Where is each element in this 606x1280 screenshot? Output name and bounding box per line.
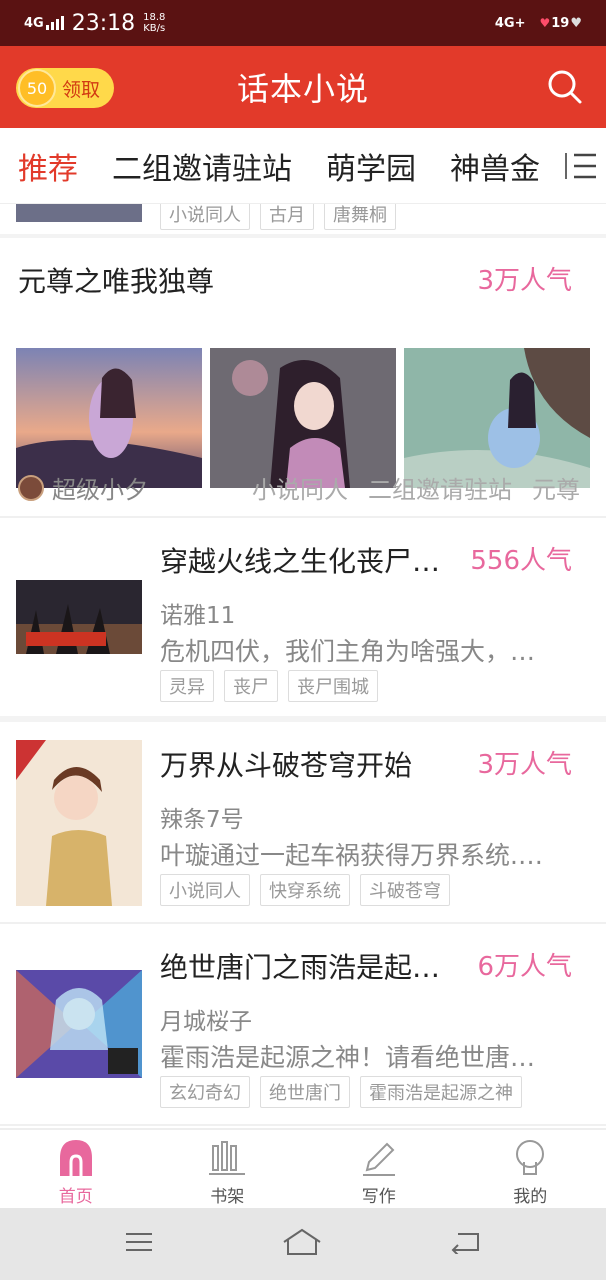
tag-list: 玄幻奇幻 绝世唐门 霍雨浩是起源之神 (160, 1076, 522, 1108)
book-cover (16, 740, 142, 906)
speed-unit: KB/s (143, 23, 166, 34)
tag[interactable]: 霍雨浩是起源之神 (360, 1076, 522, 1108)
tag[interactable]: 二组邀请驻站 (368, 470, 512, 505)
category-tabs: 推荐 二组邀请驻站 萌学园 神兽金 (0, 128, 606, 204)
tag-list: 小说同人 快穿系统 斗破苍穹 (160, 874, 450, 906)
author-name: 辣条7号 (160, 807, 244, 833)
tag[interactable]: 古月 (260, 204, 314, 230)
book-card[interactable]: 绝世唐门之雨浩是起… 6万人气 月城桜子 霍雨浩是起源之神！请看绝世唐… 玄幻奇… (0, 924, 606, 1126)
tag[interactable]: 唐舞桐 (324, 204, 396, 230)
network-speed: 18.8 KB/s (143, 12, 165, 34)
tag[interactable]: 快穿系统 (260, 874, 350, 906)
nav-write[interactable]: 写作 (303, 1130, 455, 1208)
cover-image (404, 348, 590, 488)
battery-level: 19 (551, 15, 570, 31)
author-info[interactable]: 超级小夕 (18, 470, 148, 505)
tag[interactable]: 斗破苍穹 (360, 874, 450, 906)
tag[interactable]: 元尊 (532, 470, 580, 505)
book-description: 危机四伏，我们主角为啥强大，… (160, 637, 536, 666)
tag[interactable]: 灵异 (160, 670, 214, 702)
back-icon (451, 1233, 479, 1256)
coin-value: 50 (26, 78, 48, 98)
pencil-icon (362, 1142, 395, 1176)
book-title: 绝世唐门之雨浩是起… (160, 951, 441, 984)
claim-label: 领取 (62, 78, 101, 101)
tag[interactable]: 丧尸 (224, 670, 278, 702)
tab-mengxueyuan[interactable]: 萌学园 (326, 144, 416, 188)
book-card[interactable]: 万界从斗破苍穹开始 3万人气 辣条7号 叶璇通过一起车祸获得万界系统.… 小说同… (0, 722, 606, 924)
feed-list[interactable]: 小说同人 古月 唐舞桐 元尊之唯我独尊 3万人气 超级小夕 小说同人 二组邀请驻… (0, 204, 606, 1128)
tag-list: 小说同人 二组邀请驻站 元尊 (252, 470, 580, 505)
tab-shenshoujin[interactable]: 神兽金 (450, 144, 540, 188)
claim-coins-button[interactable]: 50 领取 (16, 68, 114, 108)
nav-label: 我的 (513, 1187, 548, 1207)
back-button[interactable] (450, 1230, 482, 1258)
book-title: 穿越火线之生化丧尸… (160, 545, 441, 578)
nav-home[interactable]: 首页 (0, 1130, 152, 1208)
tag[interactable]: 小说同人 (160, 874, 250, 906)
book-card[interactable]: 穿越火线之生化丧尸… 556人气 诺雅11 危机四伏，我们主角为啥强大，… 灵异… (0, 518, 606, 722)
tag[interactable]: 小说同人 (160, 204, 250, 230)
book-cover (16, 970, 142, 1078)
cover-image (210, 348, 396, 488)
author-name: 超级小夕 (52, 476, 148, 504)
book-cover (16, 580, 142, 654)
signal-indicator: 4G (24, 16, 64, 30)
book-cover (16, 204, 142, 222)
home-system-button[interactable] (282, 1228, 322, 1260)
tag[interactable]: 玄幻奇幻 (160, 1076, 250, 1108)
tag-list: 小说同人 古月 唐舞桐 (160, 204, 396, 230)
heart-icon: ♥ (539, 16, 551, 30)
clock: 23:18 (71, 10, 136, 36)
tag[interactable]: 小说同人 (252, 470, 348, 505)
search-icon (548, 70, 582, 104)
profile-icon (516, 1140, 545, 1175)
search-button[interactable] (546, 68, 584, 106)
tag[interactable]: 丧尸围城 (288, 670, 378, 702)
app-bar: 50 领取 话本小说 (0, 46, 606, 128)
tab-group-invite[interactable]: 二组邀请驻站 (112, 144, 292, 188)
popularity: 3万人气 (477, 750, 572, 780)
popularity: 6万人气 (477, 952, 572, 982)
tag[interactable]: 绝世唐门 (260, 1076, 350, 1108)
popularity: 3万人气 (477, 266, 572, 296)
nav-label: 首页 (58, 1187, 93, 1207)
coin-icon: 50 (18, 69, 56, 107)
system-navigation-bar (0, 1208, 606, 1280)
battery-icon: ♥ (570, 15, 582, 31)
home-icon (59, 1140, 92, 1176)
recent-apps-button[interactable] (124, 1230, 154, 1258)
author-name: 月城桜子 (160, 1009, 252, 1035)
status-bar: 4G 23:18 18.8 KB/s 4G+ ♥ 19 ♥ (0, 0, 606, 46)
book-title: 万界从斗破苍穹开始 (160, 749, 413, 782)
battery-indicator: ♥ 19 ♥ (539, 16, 582, 31)
home-outline-icon (283, 1228, 321, 1255)
book-title: 元尊之唯我独尊 (18, 265, 215, 298)
menu-lines-icon (126, 1233, 152, 1251)
network-type-right: 4G+ (494, 15, 526, 31)
nav-label: 书架 (210, 1187, 245, 1207)
nav-bookshelf[interactable]: 书架 (152, 1130, 304, 1208)
avatar (18, 474, 44, 501)
featured-book-card[interactable]: 元尊之唯我独尊 3万人气 超级小夕 小说同人 二组邀请驻站 元尊 (0, 238, 606, 518)
cover-images (16, 348, 590, 488)
nav-label: 写作 (361, 1187, 396, 1207)
app-title: 话本小说 (236, 70, 369, 108)
speed-value: 18.8 (143, 12, 166, 23)
menu-icon (565, 153, 596, 179)
book-description: 霍雨浩是起源之神！请看绝世唐… (160, 1043, 536, 1072)
network-type: 4G (24, 16, 44, 31)
author-name: 诺雅11 (160, 603, 236, 629)
nav-profile[interactable]: 我的 (455, 1130, 606, 1208)
popularity: 556人气 (470, 546, 572, 576)
bookshelf-icon (209, 1141, 246, 1175)
tag-list: 灵异 丧尸 丧尸围城 (160, 670, 378, 702)
signal-icon (45, 16, 64, 30)
book-description: 叶璇通过一起车祸获得万界系统.… (160, 841, 543, 870)
cover-image (16, 348, 202, 488)
tab-menu-button[interactable] (556, 128, 606, 203)
bottom-navigation: 首页 书架 写作 我的 (0, 1128, 606, 1208)
tab-recommend[interactable]: 推荐 (18, 144, 78, 188)
list-item[interactable]: 小说同人 古月 唐舞桐 (0, 204, 606, 238)
